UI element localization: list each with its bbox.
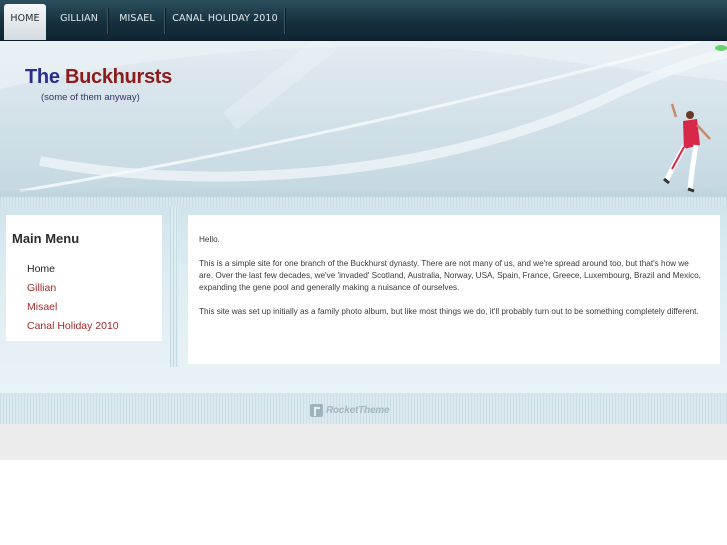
site-title-the: The [25, 66, 60, 88]
main-menu-title: Main Menu [12, 231, 80, 246]
footer: RocketTheme [0, 393, 727, 425]
top-navigation: HOME GILLIAN MISAEL CANAL HOLIDAY 2010 [0, 0, 727, 41]
tab-gillian[interactable]: GILLIAN [56, 4, 102, 40]
rockettheme-logo-text: RocketTheme [326, 405, 390, 416]
tab-home[interactable]: HOME [4, 4, 46, 40]
content-panel: Hello. This is a simple site for one bra… [188, 215, 720, 364]
content-paragraph: This site was set up initially as a fami… [199, 307, 699, 316]
menu-item-canal-holiday-2010[interactable]: Canal Holiday 2010 [27, 320, 119, 332]
menu-item-gillian[interactable]: Gillian [27, 282, 56, 294]
bottom-bar [0, 424, 727, 460]
content-paragraph: Hello. [199, 235, 220, 244]
site-title-buckhursts: Buckhursts [64, 66, 172, 88]
main-area: Main Menu Home Gillian Misael Canal Holi… [0, 197, 727, 393]
site-title: The Buckhursts [25, 66, 172, 89]
tab-misael[interactable]: MISAEL [114, 4, 160, 40]
header-banner: The Buckhursts (some of them anyway) [0, 41, 727, 197]
nav-divider [164, 8, 165, 34]
rockettheme-logo[interactable]: RocketTheme [310, 400, 390, 417]
site-subtitle: (some of them anyway) [41, 92, 140, 103]
menu-item-misael[interactable]: Misael [27, 301, 57, 313]
menu-item-home[interactable]: Home [27, 263, 55, 275]
column-divider [170, 207, 178, 367]
content-paragraph: This is a simple site for one branch of … [199, 259, 701, 293]
banner-swoosh-graphic [0, 41, 727, 197]
main-menu-panel: Main Menu Home Gillian Misael Canal Holi… [6, 215, 162, 341]
tab-canal-holiday-2010[interactable]: CANAL HOLIDAY 2010 [170, 4, 280, 40]
rockettheme-logo-icon [310, 404, 323, 417]
nav-divider [284, 8, 285, 34]
nav-divider [107, 8, 108, 34]
